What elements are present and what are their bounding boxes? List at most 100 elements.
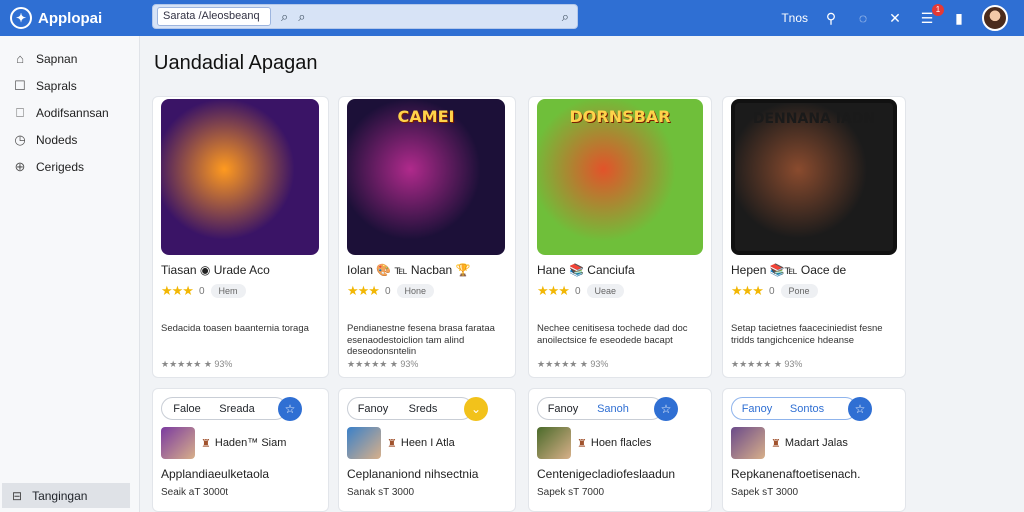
segment-option[interactable]: Sreds [398, 403, 448, 415]
segmented-control[interactable]: Faloe Sreada ☆ [161, 397, 302, 421]
game-meta: ★★★★★ ★ 93% [731, 359, 803, 369]
sidebar-bottom-item[interactable]: ⊟ Tangingan [2, 483, 130, 508]
rating-count: 0 [384, 285, 391, 297]
segmented-control[interactable]: Fanoy Sontos ☆ [731, 397, 872, 421]
search-icon[interactable]: ⌕ [281, 9, 288, 25]
mini-thumbnail[interactable] [537, 427, 571, 459]
tag-chip[interactable]: Hone [396, 284, 435, 298]
mini-game[interactable]: ♜ Haden™ Siam [161, 427, 286, 459]
card-description: Repkanenaftoetisenach. [731, 467, 861, 481]
segment-option[interactable]: Fanoy [538, 403, 588, 415]
panel-icon: ⊟ [12, 488, 23, 503]
mini-title: Hoen flacles [590, 437, 652, 449]
home-icon: ⌂ [16, 51, 24, 66]
search-submit-icon[interactable]: ⌕ [562, 9, 569, 25]
top-label[interactable]: Tnos [781, 11, 808, 25]
mini-game[interactable]: ♜ Madart Jalas [731, 427, 848, 459]
mini-title: Haden™ Siam [214, 437, 287, 449]
notifications-icon[interactable]: ☰ 1 [918, 3, 944, 27]
sidebar-item-label: Sapnan [36, 51, 78, 66]
game-art-title: DORNSBAR [569, 107, 671, 126]
card-description: Ceplananiond nihsectnia [347, 467, 479, 481]
tools-icon[interactable]: ✕ [886, 10, 904, 27]
search-input[interactable]: Sarata /Aleosbeanq [157, 7, 271, 26]
clock-icon: ◷ [14, 131, 26, 147]
bookmark-icon[interactable]: ▮ [950, 10, 968, 27]
bottom-card-2[interactable]: Fanoy Sanoh ☆ ♜ Hoen flacles Centenigecladi… [528, 388, 712, 512]
sidebar-item-3[interactable]: ◷ Nodeds [0, 126, 139, 153]
tag-chip[interactable]: Ueae [586, 284, 625, 298]
segment-option[interactable]: Fanoy [732, 403, 782, 415]
star-button[interactable]: ☆ [278, 397, 302, 421]
mini-thumbnail[interactable] [347, 427, 381, 459]
segment-option[interactable]: Fanoy [348, 403, 398, 415]
game-thumbnail[interactable]: DENNANA IADN [731, 99, 897, 255]
card-description: Centenigecladiofeslaadun [537, 467, 676, 481]
app-name: Applopai [38, 9, 103, 27]
game-thumbnail[interactable]: DORNSBAR [537, 99, 703, 255]
game-description: Sedacida toasen baanternia toraga [161, 323, 309, 334]
sidebar-item-label: Cerigeds [36, 159, 85, 174]
tag-chip[interactable]: Hem [210, 284, 246, 298]
user-avatar[interactable] [982, 5, 1008, 31]
bottom-card-0[interactable]: Faloe Sreada ☆ ♜ Haden™ Siam Applandiaeulke… [152, 388, 329, 512]
search-bar[interactable]: Sarata /Aleosbeanq ⌕ ⌕ ⌕ [152, 4, 578, 29]
sidebar: ⌂ Sapnan ☐ Saprals ⎕ Aodifsannsan ◷ Nodeds ⊕… [0, 36, 140, 512]
game-title[interactable]: Iolan 🎨 ℡ Nacban 🏆 [347, 263, 471, 277]
game-art-title: DENNANA IADN [752, 111, 876, 127]
page-title: Uandadial Apagan [154, 52, 318, 74]
top-bar: ✦ Applopai Sarata /Aleosbeanq ⌕ ⌕ ⌕ Tnos… [0, 0, 1024, 36]
mini-thumbnail[interactable] [731, 427, 765, 459]
rating-count: 0 [574, 285, 581, 297]
mini-game[interactable]: ♜ Heen I Atla [347, 427, 455, 459]
chevron-down-button[interactable]: ⌄ [464, 397, 488, 421]
mini-game[interactable]: ♜ Hoen flacles [537, 427, 651, 459]
bookmark-icon: ⎕ [16, 104, 24, 120]
star-rating-icon: ★★★ [161, 283, 194, 298]
mini-thumbnail[interactable] [161, 427, 195, 459]
rating: ★★★ 0 Pone [731, 283, 818, 299]
bottom-card-3[interactable]: Fanoy Sontos ☆ ♜ Madart Jalas Repkanenaftoe… [722, 388, 906, 512]
sidebar-item-1[interactable]: ☐ Saprals [0, 72, 139, 99]
sidebar-item-4[interactable]: ⊕ Cerigeds [0, 153, 139, 180]
segment-option[interactable]: Faloe [162, 403, 212, 415]
game-meta: ★★★★★ ★ 93% [537, 359, 609, 369]
game-card-0[interactable]: Tiasan ◉ Urade Aco ★★★ 0 Hem Sedacida toas… [152, 96, 329, 378]
sidebar-item-2[interactable]: ⎕ Aodifsannsan [0, 99, 139, 126]
rating: ★★★ 0 Hem [161, 283, 246, 299]
game-card-3[interactable]: DENNANA IADN Hepen 📚℡ Oace de ★★★ 0 Pone S… [722, 96, 906, 378]
app-logo-icon: ✦ [10, 7, 32, 29]
game-title[interactable]: Hepen 📚℡ Oace de [731, 263, 846, 277]
segment-option[interactable]: Sontos [782, 403, 832, 415]
star-button[interactable]: ☆ [848, 397, 872, 421]
segmented-control[interactable]: Fanoy Sanoh ☆ [537, 397, 678, 421]
star-button[interactable]: ☆ [654, 397, 678, 421]
brand[interactable]: ✦ Applopai [10, 7, 150, 29]
sidebar-item-label: Saprals [36, 78, 77, 93]
game-card-1[interactable]: CAMEI Iolan 🎨 ℡ Nacban 🏆 ★★★ 0 Hone Pendia… [338, 96, 516, 378]
plus-circle-icon: ⊕ [14, 158, 26, 174]
tag-chip[interactable]: Pone [780, 284, 818, 298]
chat-icon[interactable]: ◌ [854, 10, 872, 26]
controller-icon: ♜ [387, 437, 397, 450]
game-title[interactable]: Tiasan ◉ Urade Aco [161, 263, 270, 277]
game-title[interactable]: Hane 📚 Canciufa [537, 263, 635, 277]
segment-option[interactable]: Sreada [212, 403, 262, 415]
game-thumbnail[interactable]: CAMEI [347, 99, 505, 255]
segment-option[interactable]: Sanoh [588, 403, 638, 415]
game-thumbnail[interactable] [161, 99, 319, 255]
bottom-card-1[interactable]: Fanoy Sreds ⌄ ♜ Heen I Atla Ceplananiond ni… [338, 388, 516, 512]
top-actions: Tnos ⚲ ◌ ✕ ☰ 1 ▮ [781, 0, 1008, 36]
game-card-2[interactable]: DORNSBAR Hane 📚 Canciufa ★★★ 0 Ueae Nechee… [528, 96, 712, 378]
search-icon[interactable]: ⚲ [822, 10, 840, 27]
star-rating-icon: ★★★ [731, 283, 764, 298]
game-description: Pendianestne fesena brasa farataa esenao… [347, 323, 495, 357]
star-rating-icon: ★★★ [537, 283, 570, 298]
card-meta: Sapek sT 7000 [537, 487, 605, 498]
sidebar-item-0[interactable]: ⌂ Sapnan [0, 45, 139, 72]
rating-count: 0 [198, 285, 205, 297]
segmented-control[interactable]: Fanoy Sreds ⌄ [347, 397, 488, 421]
search-icon-secondary[interactable]: ⌕ [298, 9, 305, 25]
game-meta: ★★★★★ ★ 93% [161, 359, 233, 369]
sidebar-bottom-label: Tangingan [32, 488, 88, 503]
